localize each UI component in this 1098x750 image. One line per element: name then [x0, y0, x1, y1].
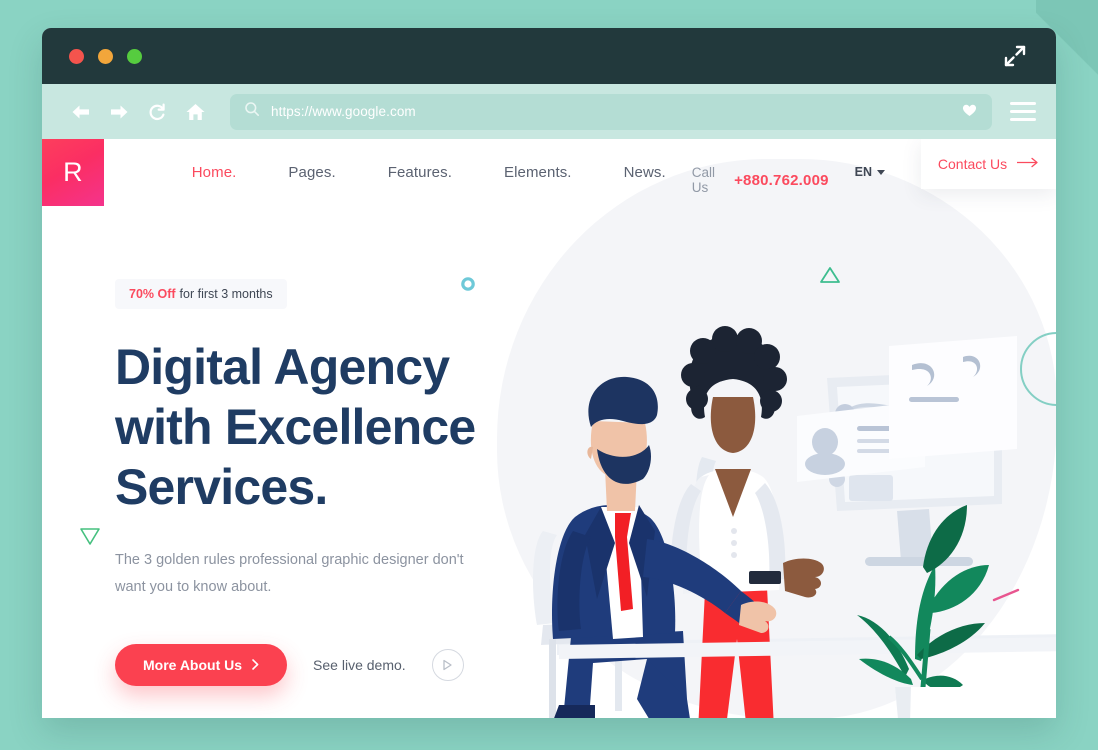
close-window-button[interactable]	[69, 48, 84, 64]
promo-badge: 70% Off for first 3 months	[115, 279, 287, 309]
browser-toolbar: https://www.google.com	[42, 84, 1056, 139]
headline-line-2: with Excellence	[115, 399, 476, 455]
more-about-us-button[interactable]: More About Us	[115, 643, 288, 686]
call-us-block: Call Us +880.762.009	[692, 165, 829, 195]
green-triangle-up-decoration	[820, 267, 840, 283]
website-viewport: R Home. Pages. Features. Elements. News.…	[42, 139, 1056, 718]
header-right-group: Call Us +880.762.009 EN Contact Us	[692, 139, 1056, 195]
logo-letter: R	[63, 156, 83, 187]
hero-copy: 70% Off for first 3 months Digital Agenc…	[115, 279, 545, 686]
page-title: Digital Agency with Excellence Services.	[115, 337, 545, 517]
chevron-down-icon	[877, 169, 886, 175]
arrow-right-icon	[1017, 155, 1039, 173]
site-header: R Home. Pages. Features. Elements. News.…	[42, 139, 1056, 219]
headline-line-1: Digital Agency	[115, 339, 450, 395]
nav-item-home[interactable]: Home.	[166, 164, 263, 181]
nav-item-news[interactable]: News.	[598, 164, 692, 181]
nav-item-pages[interactable]: Pages.	[262, 164, 361, 181]
browser-titlebar	[42, 28, 1056, 84]
address-bar-text: https://www.google.com	[271, 104, 416, 119]
language-selected: EN	[854, 165, 873, 179]
language-selector[interactable]: EN	[854, 165, 886, 179]
heart-icon[interactable]	[961, 101, 978, 122]
back-arrow-icon[interactable]	[62, 95, 100, 129]
main-navigation: Home. Pages. Features. Elements. News.	[166, 164, 692, 181]
hero-cta-row: More About Us See live demo.	[115, 643, 545, 686]
reload-icon[interactable]	[138, 95, 176, 129]
nav-item-features[interactable]: Features.	[362, 164, 478, 181]
nav-item-elements[interactable]: Elements.	[478, 164, 598, 181]
illustration-card-chart	[889, 336, 1017, 459]
hero-subtext: The 3 golden rules professional graphic …	[115, 552, 464, 595]
promo-text: for first 3 months	[179, 287, 273, 301]
address-bar[interactable]: https://www.google.com	[230, 93, 992, 130]
illustration-person-standing	[670, 326, 824, 718]
forward-arrow-icon[interactable]	[100, 95, 138, 129]
window-traffic-lights	[69, 48, 142, 64]
expand-arrows-icon[interactable]	[1002, 43, 1028, 69]
contact-us-label: Contact Us	[937, 156, 1008, 172]
chevron-right-icon	[252, 657, 259, 673]
call-us-label: Call Us	[691, 165, 716, 195]
headline-line-3: Services.	[115, 459, 328, 515]
maximize-window-button[interactable]	[127, 48, 142, 64]
teal-circle-outline-decoration	[1020, 332, 1056, 406]
call-us-number[interactable]: +880.762.009	[734, 172, 829, 189]
page-root: https://www.google.com R Home. Pages. Fe…	[0, 0, 1098, 750]
green-triangle-down-decoration	[80, 528, 100, 545]
hero-illustration	[533, 326, 1056, 718]
promo-highlight: 70% Off	[129, 287, 176, 301]
home-icon[interactable]	[176, 95, 214, 129]
site-logo[interactable]: R	[42, 139, 104, 206]
pink-dash-decoration	[992, 588, 1020, 602]
play-circle-icon[interactable]	[431, 648, 464, 681]
hamburger-menu-icon[interactable]	[1010, 102, 1036, 121]
browser-window: https://www.google.com R Home. Pages. Fe…	[42, 28, 1056, 718]
minimize-window-button[interactable]	[98, 48, 113, 64]
more-about-us-label: More About Us	[143, 656, 243, 673]
see-live-demo-label[interactable]: See live demo.	[313, 657, 406, 673]
contact-us-button[interactable]: Contact Us	[921, 139, 1056, 189]
search-icon	[244, 101, 260, 122]
